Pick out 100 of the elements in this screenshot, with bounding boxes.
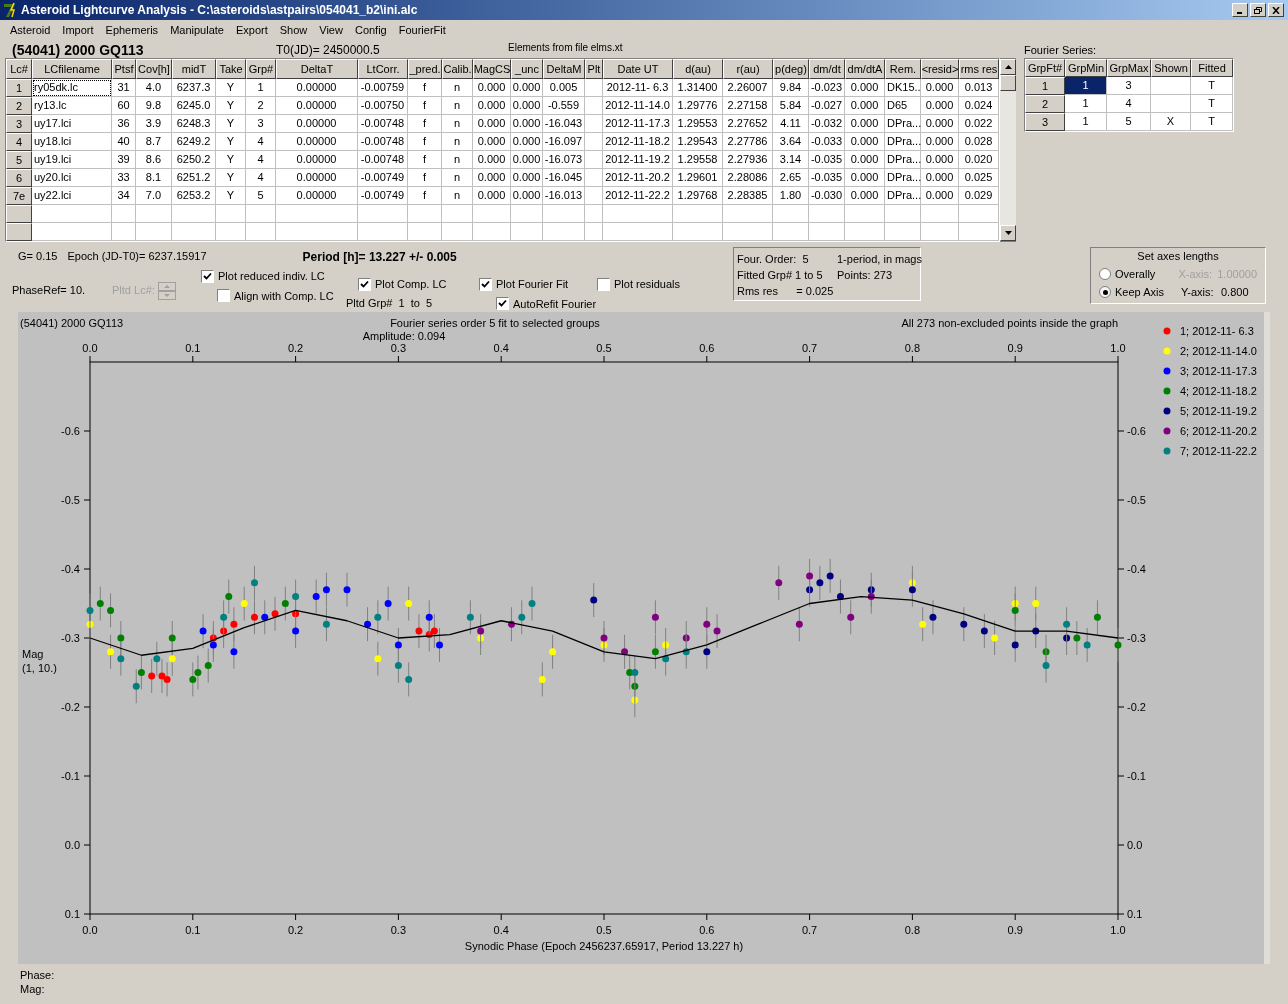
table-cell: -0.00748: [358, 115, 408, 133]
row-header[interactable]: 1: [1025, 77, 1065, 95]
scrollbar[interactable]: [1000, 58, 1016, 242]
table-cell: 0.000: [473, 187, 511, 205]
minimize-button[interactable]: [1232, 3, 1248, 17]
menu-item[interactable]: View: [319, 21, 343, 39]
table-cell: -0.00748: [358, 151, 408, 169]
axes-radio[interactable]: Overally: [1099, 265, 1179, 282]
row-header[interactable]: 2: [6, 97, 32, 115]
column-header[interactable]: Take: [216, 59, 246, 79]
table-cell: 0.028: [959, 133, 999, 151]
menu-item[interactable]: Asteroid: [10, 21, 51, 39]
point: [322, 620, 330, 628]
plot-checkbox[interactable]: Plot residuals: [597, 276, 681, 293]
axes-radio[interactable]: Keep Axis: [1099, 284, 1181, 301]
table-cell: 0.000: [473, 133, 511, 151]
point: [703, 648, 711, 656]
column-header[interactable]: Date UT: [603, 59, 673, 79]
column-header[interactable]: _unc: [511, 59, 543, 79]
column-header[interactable]: DeltaT: [276, 59, 358, 79]
menu-item[interactable]: Export: [235, 21, 268, 39]
column-header[interactable]: d(au): [673, 59, 723, 79]
row-header[interactable]: 5: [6, 151, 32, 169]
column-header[interactable]: Calib.: [442, 59, 473, 79]
point: [1011, 606, 1019, 614]
scroll-down-icon[interactable]: [1004, 231, 1012, 235]
row-header[interactable]: 1: [6, 79, 32, 97]
close-button[interactable]: [1268, 3, 1284, 17]
point: [1083, 641, 1091, 649]
menu-item[interactable]: Ephemeris: [105, 21, 159, 39]
row-header[interactable]: 2: [1025, 95, 1065, 113]
data-point: [836, 579, 844, 615]
column-header[interactable]: p(deg): [773, 59, 809, 79]
column-header[interactable]: LCfilename: [32, 59, 112, 79]
table-cell[interactable]: 1: [1065, 113, 1107, 131]
plot-checkbox[interactable]: Align with Comp. LC: [217, 287, 339, 304]
scroll-thumb[interactable]: [1000, 75, 1016, 91]
data-point: [816, 565, 824, 601]
row-header[interactable]: 3: [1025, 113, 1065, 131]
column-header[interactable]: Cov[h]: [136, 59, 172, 79]
table-cell[interactable]: 1: [1065, 77, 1107, 95]
column-header[interactable]: midT: [172, 59, 216, 79]
plot-checkbox[interactable]: Plot Fourier Fit: [479, 276, 597, 293]
column-header[interactable]: LtCorr.: [358, 59, 408, 79]
column-header[interactable]: dm/dt: [809, 59, 845, 79]
radio-indicator[interactable]: [1099, 267, 1111, 280]
row-header[interactable]: 4: [6, 133, 32, 151]
menu-item[interactable]: Config: [354, 21, 387, 39]
column-header[interactable]: Grp#: [246, 59, 276, 79]
column-header[interactable]: Fitted: [1191, 59, 1233, 77]
point: [292, 627, 300, 635]
restore-button[interactable]: [1250, 3, 1266, 17]
table-cell[interactable]: 1: [1065, 95, 1107, 113]
column-header[interactable]: Shown: [1151, 59, 1191, 77]
row-header[interactable]: 3: [6, 115, 32, 133]
row-header[interactable]: [6, 205, 32, 223]
point: [960, 620, 968, 628]
axis-tick-label: 0.2: [287, 342, 304, 354]
column-header[interactable]: GrpMin: [1065, 59, 1107, 77]
column-header[interactable]: GrpMax: [1107, 59, 1151, 77]
column-header[interactable]: dm/dtA: [845, 59, 885, 79]
point: [1093, 613, 1101, 621]
plot-checkbox[interactable]: AutoRefit Fourier: [496, 295, 597, 312]
table-cell: DPra...: [885, 133, 921, 151]
menu-item[interactable]: Show: [279, 21, 308, 39]
point: [713, 627, 721, 635]
row-header[interactable]: 7e: [6, 187, 32, 205]
plot-checkbox[interactable]: Plot reduced indiv. LC: [201, 268, 339, 285]
axis-tick-label: -0.2: [1127, 701, 1146, 713]
column-header[interactable]: GrpFt#: [1025, 59, 1065, 77]
scroll-up-icon[interactable]: [1004, 65, 1012, 69]
point: [651, 613, 659, 621]
radio-indicator[interactable]: [1099, 286, 1111, 299]
table-cell: n: [442, 169, 473, 187]
column-header[interactable]: Rem.: [885, 59, 921, 79]
table-cell: [585, 133, 603, 151]
row-header[interactable]: [6, 223, 32, 241]
column-header[interactable]: DeltaM: [543, 59, 585, 79]
point: [220, 613, 228, 621]
axis-tick-label: 0.9: [1007, 924, 1023, 936]
axis-tick-label: 0.8: [904, 924, 921, 936]
table-cell: [603, 223, 673, 241]
data-point: [1083, 627, 1091, 663]
column-header[interactable]: _pred.: [408, 59, 442, 79]
menu-item[interactable]: Manipulate: [170, 21, 224, 39]
table-cell: 0.000: [921, 97, 959, 115]
row-header[interactable]: 6: [6, 169, 32, 187]
menu-item[interactable]: FourierFit: [398, 21, 446, 39]
column-header[interactable]: Plt: [585, 59, 603, 79]
column-header[interactable]: Lc#: [6, 59, 32, 79]
column-header[interactable]: Ptsf: [112, 59, 136, 79]
menu-item[interactable]: Import: [62, 21, 94, 39]
column-header[interactable]: r(au): [723, 59, 773, 79]
column-header[interactable]: rms res: [959, 59, 999, 79]
table-cell: 0.000: [473, 79, 511, 97]
data-point: [1093, 599, 1101, 635]
axis-tick-label: 0.0: [82, 924, 98, 936]
column-header[interactable]: <resid>: [921, 59, 959, 79]
plot-checkbox[interactable]: Plot Comp. LC: [358, 276, 479, 293]
column-header[interactable]: MagCS: [473, 59, 511, 79]
